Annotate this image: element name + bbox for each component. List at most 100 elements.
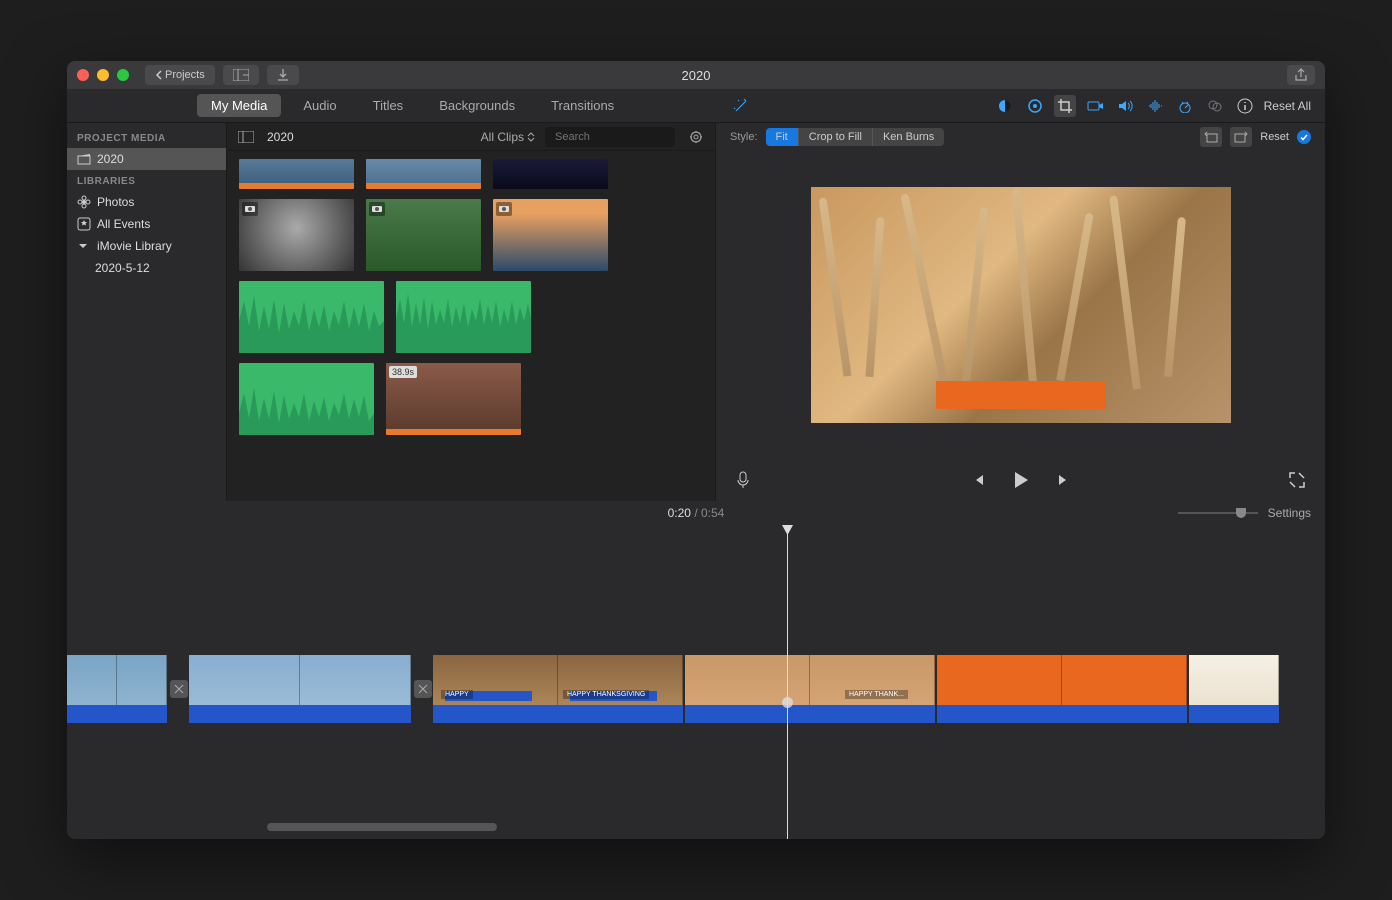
timeline-clip[interactable] (67, 655, 167, 723)
voiceover-button[interactable] (736, 471, 750, 489)
window-title: 2020 (682, 68, 711, 83)
tab-audio[interactable]: Audio (289, 94, 350, 117)
filter-label: All Clips (481, 130, 524, 144)
viewer-panel: Reset All Style: Fit Crop to Fill Ken Bu… (715, 123, 1325, 501)
timeline[interactable]: HAPPY HAPPY THANKSGIVING HAPPY THANK... (67, 525, 1325, 839)
volume-button[interactable] (1114, 95, 1136, 117)
titlebar: Projects 2020 (67, 61, 1325, 89)
seg-ken-burns[interactable]: Ken Burns (873, 128, 944, 146)
download-icon (277, 69, 289, 81)
audio-clip[interactable] (396, 281, 531, 353)
chevron-up-down-icon (527, 132, 535, 142)
browser-filter-dropdown[interactable]: All Clips (481, 130, 535, 144)
media-clip[interactable] (493, 159, 608, 189)
event-label: 2020-5-12 (95, 261, 150, 275)
noise-reduction-button[interactable] (1144, 95, 1166, 117)
timecode: 0:20 / 0:54 (668, 506, 725, 520)
clapboard-icon (77, 153, 91, 165)
search-input[interactable] (555, 131, 697, 143)
sidebar-all-events[interactable]: All Events (67, 213, 226, 235)
color-balance-button[interactable] (994, 95, 1016, 117)
media-clip[interactable] (366, 199, 481, 271)
imovie-window: Projects 2020 My Media Audio Titles Back… (67, 61, 1325, 839)
media-clip[interactable] (366, 159, 481, 189)
title-label: HAPPY THANK... (845, 690, 908, 699)
browser-bar: 2020 All Clips (227, 123, 715, 151)
title-label: HAPPY (441, 690, 473, 699)
close-window[interactable] (77, 69, 89, 81)
timeline-clip[interactable] (937, 655, 1187, 723)
view-mode-button[interactable] (223, 65, 259, 85)
speed-button[interactable] (1174, 95, 1196, 117)
share-icon (1295, 68, 1307, 82)
viewer-style-bar: Style: Fit Crop to Fill Ken Burns Reset (716, 123, 1325, 151)
seg-fit[interactable]: Fit (766, 128, 799, 146)
media-clip[interactable] (493, 199, 608, 271)
zoom-slider[interactable] (1178, 512, 1258, 514)
audio-clip[interactable] (239, 281, 384, 353)
search-field[interactable] (545, 127, 675, 147)
timeline-info-bar: 0:20 / 0:54 Settings (67, 501, 1325, 525)
play-button[interactable] (1013, 471, 1029, 489)
libraries-header: LIBRARIES (67, 170, 226, 191)
media-browser: 2020 All Clips (227, 123, 715, 501)
sidebar-event[interactable]: 2020-5-12 (67, 257, 226, 279)
next-frame-button[interactable] (1057, 473, 1071, 487)
tab-backgrounds[interactable]: Backgrounds (425, 94, 529, 117)
sidebar-imovie-library[interactable]: iMovie Library (67, 235, 226, 257)
media-clip[interactable] (239, 159, 354, 189)
preview-frame (811, 187, 1231, 423)
rotate-ccw-button[interactable] (1200, 127, 1222, 147)
timeline-clip[interactable] (1189, 655, 1279, 723)
color-correction-button[interactable] (1024, 95, 1046, 117)
share-button[interactable] (1287, 65, 1315, 85)
timeline-settings-button[interactable]: Settings (1268, 506, 1311, 520)
viewer-tools: Reset All (716, 89, 1325, 123)
media-clip[interactable] (239, 199, 354, 271)
media-clip[interactable]: 38.9s (386, 363, 521, 435)
enhance-wand-button[interactable] (730, 95, 752, 117)
tab-transitions[interactable]: Transitions (537, 94, 628, 117)
rotate-cw-button[interactable] (1230, 127, 1252, 147)
transition[interactable] (169, 655, 189, 723)
browser-project-name: 2020 (267, 130, 471, 144)
prev-frame-button[interactable] (971, 473, 985, 487)
seg-crop-to-fill[interactable]: Crop to Fill (799, 128, 873, 146)
browser-grid[interactable]: 38.9s (227, 151, 715, 501)
info-button[interactable] (1234, 95, 1256, 117)
transition[interactable] (413, 655, 433, 723)
projects-back-label: Projects (165, 69, 205, 81)
project-name: 2020 (97, 152, 124, 166)
import-button[interactable] (267, 65, 299, 85)
tab-my-media[interactable]: My Media (197, 94, 281, 117)
stabilization-button[interactable] (1084, 95, 1106, 117)
fullscreen-button[interactable] (1289, 472, 1305, 488)
audio-clip[interactable] (239, 363, 374, 435)
sidebar-toggle-button[interactable] (235, 127, 257, 147)
apply-crop-button[interactable] (1297, 130, 1311, 144)
playhead[interactable] (787, 525, 788, 839)
duration-badge: 38.9s (389, 366, 417, 378)
timeline-clip[interactable]: HAPPY THANK... (685, 655, 935, 723)
upper-area: PROJECT MEDIA 2020 LIBRARIES Photos All … (67, 123, 1325, 501)
total-time: 0:54 (701, 506, 724, 520)
sidebar: PROJECT MEDIA 2020 LIBRARIES Photos All … (67, 123, 227, 501)
timeline-clip[interactable]: HAPPY HAPPY THANKSGIVING (433, 655, 683, 723)
timeline-clip[interactable] (189, 655, 411, 723)
minimize-window[interactable] (97, 69, 109, 81)
horizontal-scrollbar[interactable] (267, 823, 497, 831)
reset-all-button[interactable]: Reset All (1264, 99, 1311, 113)
browser-settings-button[interactable] (685, 127, 707, 147)
clip-filter-button[interactable] (1204, 95, 1226, 117)
crop-button[interactable] (1054, 95, 1076, 117)
tab-titles[interactable]: Titles (359, 94, 418, 117)
reset-crop-button[interactable]: Reset (1260, 131, 1289, 143)
camera-icon (242, 202, 258, 216)
projects-back-button[interactable]: Projects (145, 65, 215, 85)
sidebar-photos[interactable]: Photos (67, 191, 226, 213)
zoom-window[interactable] (117, 69, 129, 81)
viewer-video[interactable] (716, 151, 1325, 459)
sidebar-current-project[interactable]: 2020 (67, 148, 226, 170)
star-icon (77, 217, 91, 231)
imovie-library-label: iMovie Library (97, 239, 172, 253)
